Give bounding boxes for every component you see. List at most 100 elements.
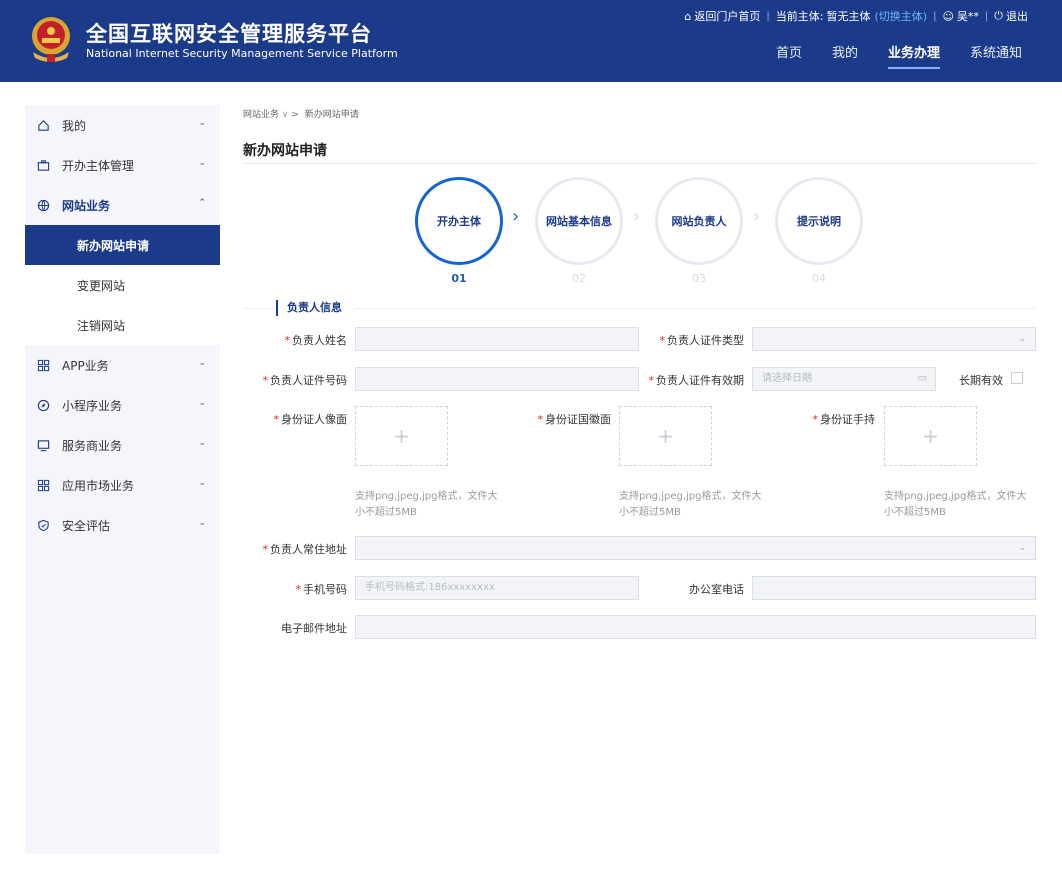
- home-icon: [36, 118, 50, 132]
- phone-placeholder: 手机号码格式:186xxxxxxxx: [365, 582, 495, 593]
- chevron-down-icon: ⌄: [198, 158, 206, 168]
- nav-notifications[interactable]: 系统通知: [970, 42, 1022, 68]
- step-4: 提示说明: [775, 177, 863, 265]
- nav-business[interactable]: 业务办理: [887, 42, 940, 69]
- top-utility-bar: ⌂ 返回门户首页 | 当前主体: 暂无主体 (切换主体) | ☺ 吴** | ⏻…: [684, 8, 1028, 24]
- upload-hint: 支持png,jpeg,jpg格式，文件大小不超过5MB: [884, 491, 1027, 518]
- chevron-right-icon: ›: [633, 206, 641, 227]
- step-label: 提示说明: [797, 215, 841, 228]
- phone-label: * 手机号码: [295, 583, 348, 596]
- sidebar-item-app-business[interactable]: APP业务 ⌄: [25, 345, 220, 385]
- nav-mine[interactable]: 我的: [832, 42, 858, 68]
- sidebar: 我的 ⌄ 开办主体管理 ⌄ 网站业务 ⌃ 新办网站申请 变更网站 注销网站 AP…: [25, 105, 220, 854]
- id-validity-date-picker[interactable]: 请选择日期 ▭: [752, 367, 936, 391]
- sidebar-item-security-assessment[interactable]: 安全评估 ⌄: [25, 505, 220, 545]
- divider: [243, 308, 1036, 309]
- office-phone-label: 办公室电话: [689, 583, 744, 596]
- breadcrumb-current: 新办网站申请: [304, 110, 359, 120]
- sidebar-item-appmarket-business[interactable]: 应用市场业务 ⌄: [25, 465, 220, 505]
- user-name[interactable]: 吴**: [957, 8, 979, 24]
- grid-icon: [36, 478, 50, 492]
- divider: |: [766, 10, 770, 22]
- switch-subject-link[interactable]: (切换主体): [874, 8, 927, 24]
- id-type-label: * 负责人证件类型: [659, 334, 745, 347]
- long-term-label: 长期有效: [959, 374, 1003, 387]
- chevron-down-icon: ⌄: [198, 438, 206, 448]
- email-input[interactable]: [355, 615, 1036, 639]
- office-phone-input[interactable]: [752, 576, 1036, 600]
- upload-hint: 支持png,jpeg,jpg格式，文件大小不超过5MB: [355, 491, 498, 518]
- sidebar-subitem-new-website[interactable]: 新办网站申请: [25, 225, 220, 265]
- divider: |: [984, 10, 989, 22]
- breadcrumb-parent[interactable]: 网站业务: [243, 110, 279, 120]
- step-1: 开办主体: [415, 177, 503, 265]
- globe-icon: [36, 198, 50, 212]
- sidebar-item-subject-management[interactable]: 开办主体管理 ⌄: [25, 145, 220, 185]
- id-number-label: * 负责人证件号码: [262, 374, 348, 387]
- section-title: 负责人信息: [276, 300, 354, 316]
- step-3: 网站负责人: [655, 177, 743, 265]
- national-emblem-icon: [32, 17, 70, 62]
- chevron-up-icon: ⌃: [198, 198, 206, 208]
- sidebar-subitem-cancel-website[interactable]: 注销网站: [25, 305, 220, 345]
- current-subject-label: 当前主体:: [775, 10, 824, 23]
- id-back-upload[interactable]: +: [619, 406, 712, 466]
- header: 全国互联网安全管理服务平台 National Internet Security…: [0, 0, 1062, 82]
- address-select[interactable]: ⌄: [355, 536, 1036, 560]
- home-portal-link[interactable]: 返回门户首页: [694, 8, 760, 24]
- sidebar-item-label: 应用市场业务: [62, 478, 135, 493]
- address-label: * 负责人常住地址: [262, 543, 348, 556]
- sidebar-item-provider-business[interactable]: 服务商业务 ⌄: [25, 425, 220, 465]
- sidebar-item-label: 服务商业务: [62, 438, 123, 453]
- plus-icon: +: [393, 424, 410, 448]
- sidebar-item-website-business[interactable]: 网站业务 ⌃: [25, 185, 220, 225]
- step-label: 网站基本信息: [546, 215, 612, 228]
- platform-title: 全国互联网安全管理服务平台: [86, 22, 372, 46]
- user-icon: ☺: [942, 9, 954, 23]
- chevron-down-icon: ⌄: [198, 398, 206, 408]
- chevron-down-icon: ⌄: [1018, 543, 1026, 553]
- id-type-select[interactable]: ⌄: [752, 327, 1036, 351]
- chevron-down-icon: ⌄: [1018, 334, 1026, 344]
- sidebar-item-label: 我的: [62, 118, 87, 133]
- plus-icon: +: [657, 424, 674, 448]
- main-nav: 首页 我的 业务办理 系统通知: [746, 42, 1022, 69]
- sidebar-item-label: 小程序业务: [62, 398, 123, 413]
- plus-icon: +: [922, 424, 939, 448]
- sidebar-subitem-change-website[interactable]: 变更网站: [25, 265, 220, 305]
- chevron-down-icon: ⌄: [198, 118, 206, 128]
- grid-icon: [36, 358, 50, 372]
- name-input[interactable]: [355, 327, 639, 351]
- name-label: * 负责人姓名: [284, 334, 348, 347]
- chevron-right-icon: ›: [753, 206, 761, 227]
- long-term-checkbox[interactable]: [1011, 372, 1023, 384]
- shield-icon: [36, 518, 50, 532]
- id-number-input[interactable]: [355, 367, 639, 391]
- nav-home[interactable]: 首页: [776, 42, 802, 68]
- step-number: 03: [692, 272, 706, 285]
- divider: [243, 163, 1036, 164]
- chevron-down-icon: ⌄: [198, 478, 206, 488]
- id-handheld-label: * 身份证手持: [812, 413, 876, 426]
- id-handheld-upload[interactable]: +: [884, 406, 977, 466]
- logout-link[interactable]: 退出: [1006, 8, 1028, 24]
- sidebar-item-mine[interactable]: 我的 ⌄: [25, 105, 220, 145]
- sidebar-item-label: 开办主体管理: [62, 158, 135, 173]
- step-label: 开办主体: [437, 215, 481, 228]
- step-label: 网站负责人: [671, 215, 727, 228]
- id-back-label: * 身份证国徽面: [537, 413, 612, 426]
- platform-subtitle: National Internet Security Management Se…: [86, 47, 398, 60]
- breadcrumb: 网站业务 ∨ > 新办网站申请: [243, 107, 359, 120]
- step-number: 01: [451, 272, 467, 285]
- phone-input[interactable]: 手机号码格式:186xxxxxxxx: [355, 576, 639, 600]
- step-number: 04: [812, 272, 826, 285]
- page-title: 新办网站申请: [243, 143, 327, 159]
- sidebar-item-label: 网站业务: [62, 198, 111, 213]
- sidebar-item-miniprogram-business[interactable]: 小程序业务 ⌄: [25, 385, 220, 425]
- calendar-icon: ▭: [917, 373, 927, 384]
- briefcase-icon: [36, 158, 50, 172]
- divider: |: [933, 10, 937, 22]
- id-front-upload[interactable]: +: [355, 406, 448, 466]
- chevron-down-icon: ⌄: [198, 358, 206, 368]
- sidebar-item-label: 安全评估: [62, 518, 111, 533]
